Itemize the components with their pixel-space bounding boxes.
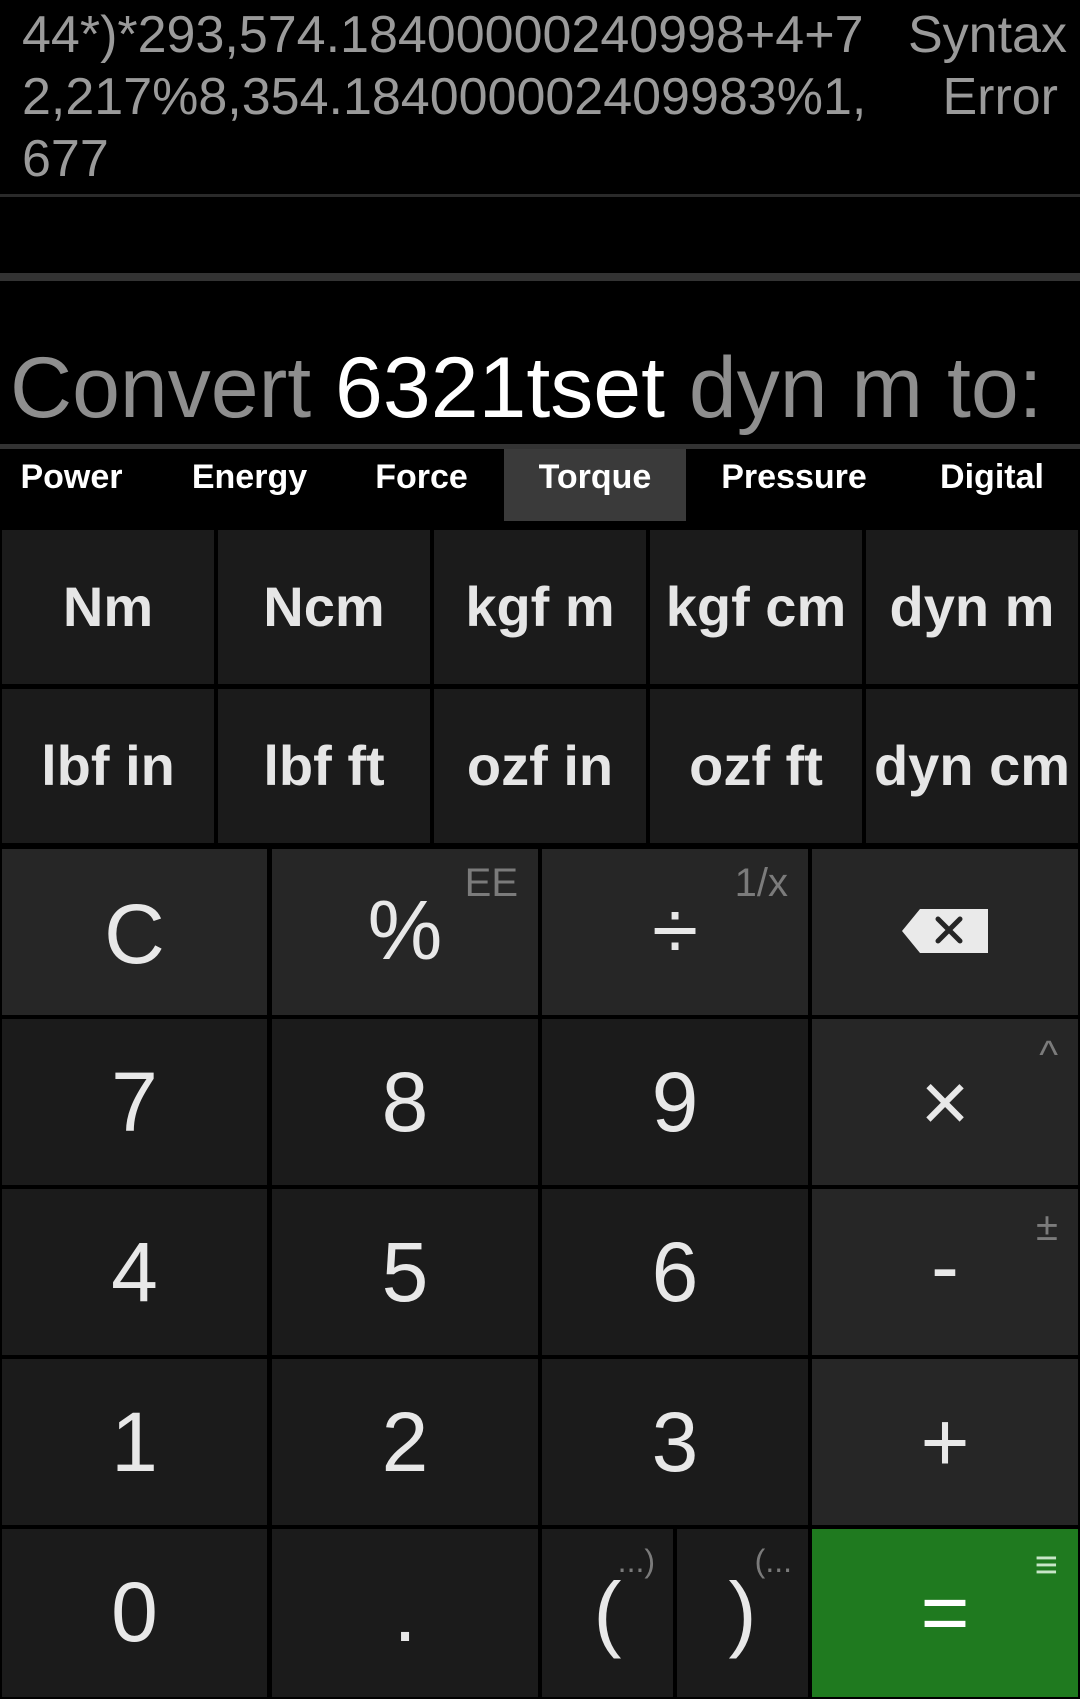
open-paren-label: ( — [593, 1565, 622, 1659]
divide-button[interactable]: 1/x ÷ — [542, 849, 808, 1015]
unit-dyn-m[interactable]: dyn m — [866, 530, 1078, 684]
divider — [0, 194, 1080, 197]
tab-energy[interactable]: Energy — [178, 449, 321, 521]
close-paren-button[interactable]: (... ) — [677, 1529, 808, 1697]
digit-1-button[interactable]: 1 — [2, 1359, 267, 1525]
convert-prompt[interactable]: Convert 6321tset dyn m to: — [10, 338, 1043, 438]
digit-6-label: 6 — [651, 1225, 699, 1319]
open-paren-button[interactable]: ...) ( — [542, 1529, 673, 1697]
digit-4-button[interactable]: 4 — [2, 1189, 267, 1355]
tab-force[interactable]: Force — [350, 449, 493, 521]
unit-nm[interactable]: Nm — [2, 530, 214, 684]
digit-7-label: 7 — [111, 1055, 158, 1149]
convert-value: 6321tset — [335, 340, 665, 436]
clear-button[interactable]: C — [2, 849, 267, 1015]
history-result: Syntax Error — [908, 6, 1067, 126]
tab-torque[interactable]: Torque — [504, 449, 686, 521]
minus-label: - — [931, 1219, 959, 1313]
unit-lbf-ft[interactable]: lbf ft — [218, 689, 430, 843]
digit-9-button[interactable]: 9 — [542, 1019, 808, 1185]
digit-2-button[interactable]: 2 — [272, 1359, 538, 1525]
percent-label: % — [367, 883, 443, 977]
digit-5-label: 5 — [381, 1225, 429, 1319]
convert-prefix: Convert — [10, 340, 336, 436]
digit-8-button[interactable]: 8 — [272, 1019, 538, 1185]
plus-label: + — [920, 1395, 970, 1489]
percent-button[interactable]: EE % — [272, 849, 538, 1015]
unit-dyn-cm[interactable]: dyn cm — [866, 689, 1078, 843]
tab-power[interactable]: Power — [0, 449, 143, 521]
divide-label: ÷ — [651, 883, 699, 977]
digit-5-button[interactable]: 5 — [272, 1189, 538, 1355]
digit-3-label: 3 — [651, 1395, 699, 1489]
tab-pressure[interactable]: Pressure — [706, 449, 882, 521]
minus-button[interactable]: ± - — [812, 1189, 1078, 1355]
clear-label: C — [104, 887, 165, 981]
digit-2-label: 2 — [381, 1395, 429, 1489]
equals-label: = — [920, 1565, 970, 1659]
backspace-button[interactable] — [812, 849, 1078, 1015]
digit-6-button[interactable]: 6 — [542, 1189, 808, 1355]
convert-suffix: dyn m to: — [664, 340, 1043, 436]
unit-lbf-in[interactable]: lbf in — [2, 689, 214, 843]
digit-7-button[interactable]: 7 — [2, 1019, 267, 1185]
unit-ozf-ft[interactable]: ozf ft — [650, 689, 862, 843]
unit-ncm[interactable]: Ncm — [218, 530, 430, 684]
decimal-button[interactable]: . — [272, 1529, 538, 1697]
digit-9-label: 9 — [651, 1055, 699, 1149]
plus-button[interactable]: + — [812, 1359, 1078, 1525]
history-expression[interactable]: 44*)*293,574.18400000240998+4+72,217%8,3… — [22, 4, 892, 190]
multiply-button[interactable]: ^ × — [812, 1019, 1078, 1185]
digit-4-label: 4 — [111, 1225, 158, 1319]
decimal-label: . — [393, 1565, 417, 1659]
equals-button[interactable]: ≡ = — [812, 1529, 1078, 1697]
close-paren-label: ) — [728, 1565, 757, 1659]
divider — [0, 273, 1080, 281]
multiply-label: × — [920, 1055, 970, 1149]
history-panel[interactable]: 44*)*293,574.18400000240998+4+72,217%8,3… — [0, 0, 1080, 196]
unit-kgf-cm[interactable]: kgf cm — [650, 530, 862, 684]
tab-digital[interactable]: Digital — [924, 449, 1060, 521]
category-tabs: Power Energy Force Torque Pressure Digit… — [0, 449, 1080, 521]
digit-0-label: 0 — [111, 1565, 158, 1659]
digit-8-label: 8 — [381, 1055, 429, 1149]
digit-0-button[interactable]: 0 — [2, 1529, 267, 1697]
backspace-icon — [902, 909, 988, 953]
unit-ozf-in[interactable]: ozf in — [434, 689, 646, 843]
unit-kgf-m[interactable]: kgf m — [434, 530, 646, 684]
digit-3-button[interactable]: 3 — [542, 1359, 808, 1525]
digit-1-label: 1 — [111, 1395, 158, 1489]
